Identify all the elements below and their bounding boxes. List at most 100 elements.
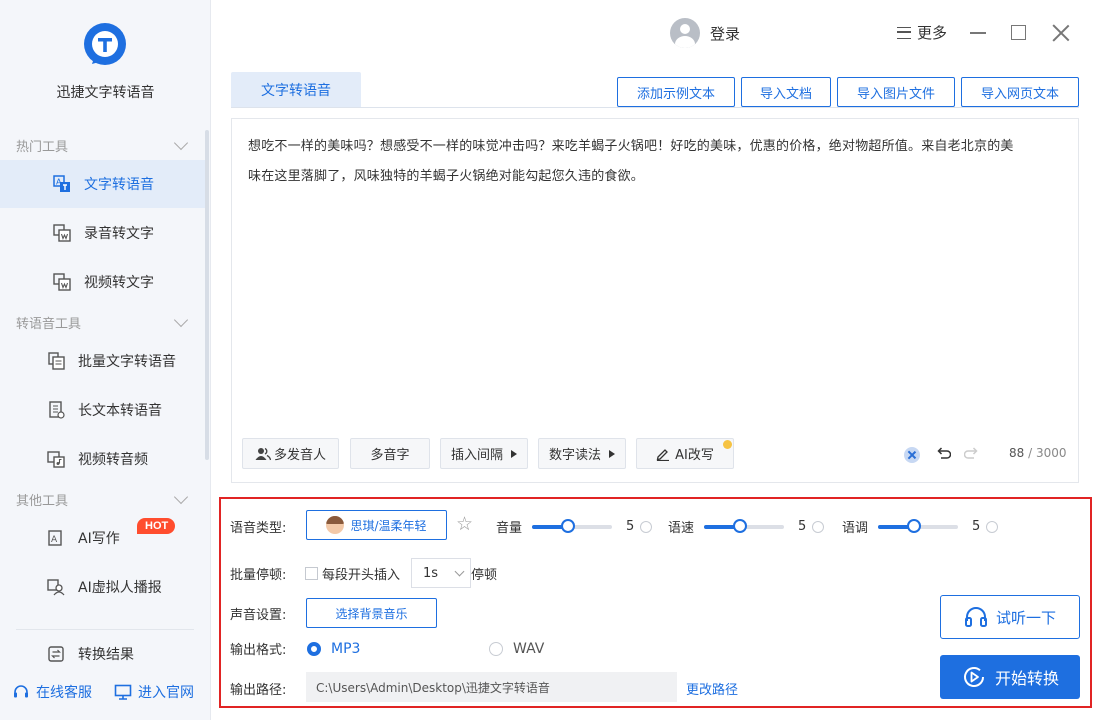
online-support-link[interactable]: 在线客服 [12,682,92,702]
maximize-icon[interactable] [1011,25,1026,40]
volume-value: 5 [626,519,635,534]
tab-divider [231,107,1079,108]
favorite-star-icon[interactable]: ☆ [456,513,473,535]
ai-writing-icon: A [48,530,62,546]
format-wav-radio[interactable]: WAV [489,641,544,657]
volume-label: 音量 [496,521,523,536]
undo-icon[interactable] [935,445,951,461]
pitch-reset-icon[interactable] [986,520,999,533]
change-path-link[interactable]: 更改路径 [686,679,738,698]
group-hot-tools[interactable]: 热门工具 [16,133,192,157]
editor-line: 想吃不一样的美味吗？想感受不一样的味觉冲击吗？来吃羊蝎子火锅吧！好吃的美味，优惠… [248,139,1014,154]
group-other-tools[interactable]: 其他工具 [16,487,192,511]
pause-duration-select[interactable]: 1s [411,558,471,588]
batch-convert-icon [48,352,65,370]
result-icon [48,646,64,662]
ai-avatar-icon [47,579,65,596]
polyphone-button[interactable]: 多音字 [350,438,430,469]
sidebar-item-text-to-speech[interactable]: A 文字转语音 [0,160,206,208]
group-title: 热门工具 [16,139,69,155]
online-support-label: 在线客服 [36,685,92,701]
import-webpage-button[interactable]: 导入网页文本 [961,77,1079,107]
output-path-field[interactable]: C:\Users\Admin\Desktop\迅捷文字转语音 [306,672,677,702]
volume-slider-handle[interactable] [561,518,576,533]
multi-speaker-button[interactable]: 多发音人 [242,438,339,469]
insert-pause-button[interactable]: 插入间隔 [440,438,528,469]
sidebar-item-results[interactable]: 转换结果 [0,630,206,678]
number-reading-label: 数字读法 [548,448,601,463]
website-link[interactable]: 进入官网 [114,682,194,702]
insert-pause-label: 插入间隔 [450,448,503,463]
voice-name: 思琪/温柔年轻 [350,518,427,533]
speed-slider-handle[interactable] [733,518,748,533]
sidebar-item-video-to-audio[interactable]: 视频转音频 [0,435,206,483]
close-icon[interactable] [1052,24,1070,42]
radio-unchecked-icon [489,642,503,656]
pitch-value: 5 [972,519,981,534]
tab-text-to-speech[interactable]: 文字转语音 [231,72,361,108]
video-to-text-icon [53,273,71,291]
volume-slider[interactable] [532,518,613,533]
import-document-button[interactable]: 导入文档 [741,77,831,107]
voice-select-button[interactable]: 思琪/温柔年轻 [306,510,447,540]
minimize-icon[interactable] [970,32,986,34]
volume-reset-icon[interactable] [640,520,653,533]
output-path-label: 输出路径: [230,683,287,698]
output-format-label: 输出格式: [230,643,287,658]
clear-text-icon[interactable] [904,447,920,463]
char-count-current: 88 [1009,446,1025,460]
sidebar-item-ai-avatar[interactable]: AI虚拟人播报 [0,563,206,611]
import-image-button[interactable]: 导入图片文件 [837,77,955,107]
sidebar-item-ai-writing[interactable]: A AI写作 [0,514,206,562]
sidebar-item-batch-text-to-speech[interactable]: 批量文字转语音 [0,337,206,385]
voice-type-label: 语音类型: [230,521,287,536]
speed-value: 5 [798,519,807,534]
speed-reset-icon[interactable] [812,520,825,533]
group-speech-tools[interactable]: 转语音工具 [16,310,192,334]
avatar [670,18,700,48]
batch-pause-checkbox[interactable] [305,567,318,580]
more-menu-button[interactable]: 更多 [897,22,947,43]
voice-avatar [326,516,345,534]
start-convert-label: 开始转换 [994,669,1059,688]
format-mp3-radio[interactable]: MP3 [307,641,360,657]
sidebar: 迅捷文字转语音 热门工具 A 文字转语音 录音转文字 视频转文字 转语音工具 批… [0,0,211,720]
sidebar-footer: 在线客服 进入官网 [12,682,194,702]
add-sample-text-button[interactable]: 添加示例文本 [617,77,735,107]
preview-listen-label: 试听一下 [995,608,1056,627]
speed-slider[interactable] [704,518,785,533]
app-logo-icon [84,23,126,65]
chevron-down-icon [173,135,189,150]
audio-to-text-icon [53,224,71,242]
hot-badge: HOT [137,518,176,534]
redo-icon[interactable] [964,445,980,461]
preview-listen-button[interactable]: 试听一下 [940,595,1080,639]
sound-settings-label: 声音设置: [230,608,287,623]
sidebar-item-video-to-text[interactable]: 视频转文字 [0,258,206,306]
sidebar-item-label: 转换结果 [78,647,134,663]
website-label: 进入官网 [138,685,194,701]
chevron-down-icon [454,566,465,577]
start-convert-button[interactable]: 开始转换 [940,655,1080,699]
char-count-max: / 3000 [1028,446,1067,460]
new-dot-icon [723,440,732,449]
sidebar-item-long-text[interactable]: 长文本转语音 [0,386,206,434]
chevron-down-icon [173,489,189,504]
ai-rewrite-button[interactable]: AI改写 [636,438,734,469]
group-title: 转语音工具 [16,316,82,332]
char-count: 88 / 3000 [1009,446,1067,460]
number-reading-button[interactable]: 数字读法 [538,438,626,469]
select-bgm-button[interactable]: 选择背景音乐 [306,598,437,628]
editor-line: 味在这里落脚了，风味独特的羊蝎子火锅绝对能勾起您久违的食欲。 [248,169,645,184]
pitch-slider-handle[interactable] [907,518,922,533]
login-button[interactable]: 登录 [670,18,740,48]
video-audio-icon [47,451,65,468]
pitch-slider[interactable] [878,518,959,533]
editor-content[interactable]: 想吃不一样的美味吗？想感受不一样的味觉冲击吗？来吃羊蝎子火锅吧！好吃的美味，优惠… [248,132,1066,192]
text-editor[interactable]: 想吃不一样的美味吗？想感受不一样的味觉冲击吗？来吃羊蝎子火锅吧！好吃的美味，优惠… [231,118,1079,483]
sidebar-item-audio-to-text[interactable]: 录音转文字 [0,209,206,257]
more-label: 更多 [917,24,948,42]
speed-label: 语速 [668,521,695,536]
sidebar-scrollbar[interactable] [205,130,209,460]
monitor-icon [114,684,132,700]
